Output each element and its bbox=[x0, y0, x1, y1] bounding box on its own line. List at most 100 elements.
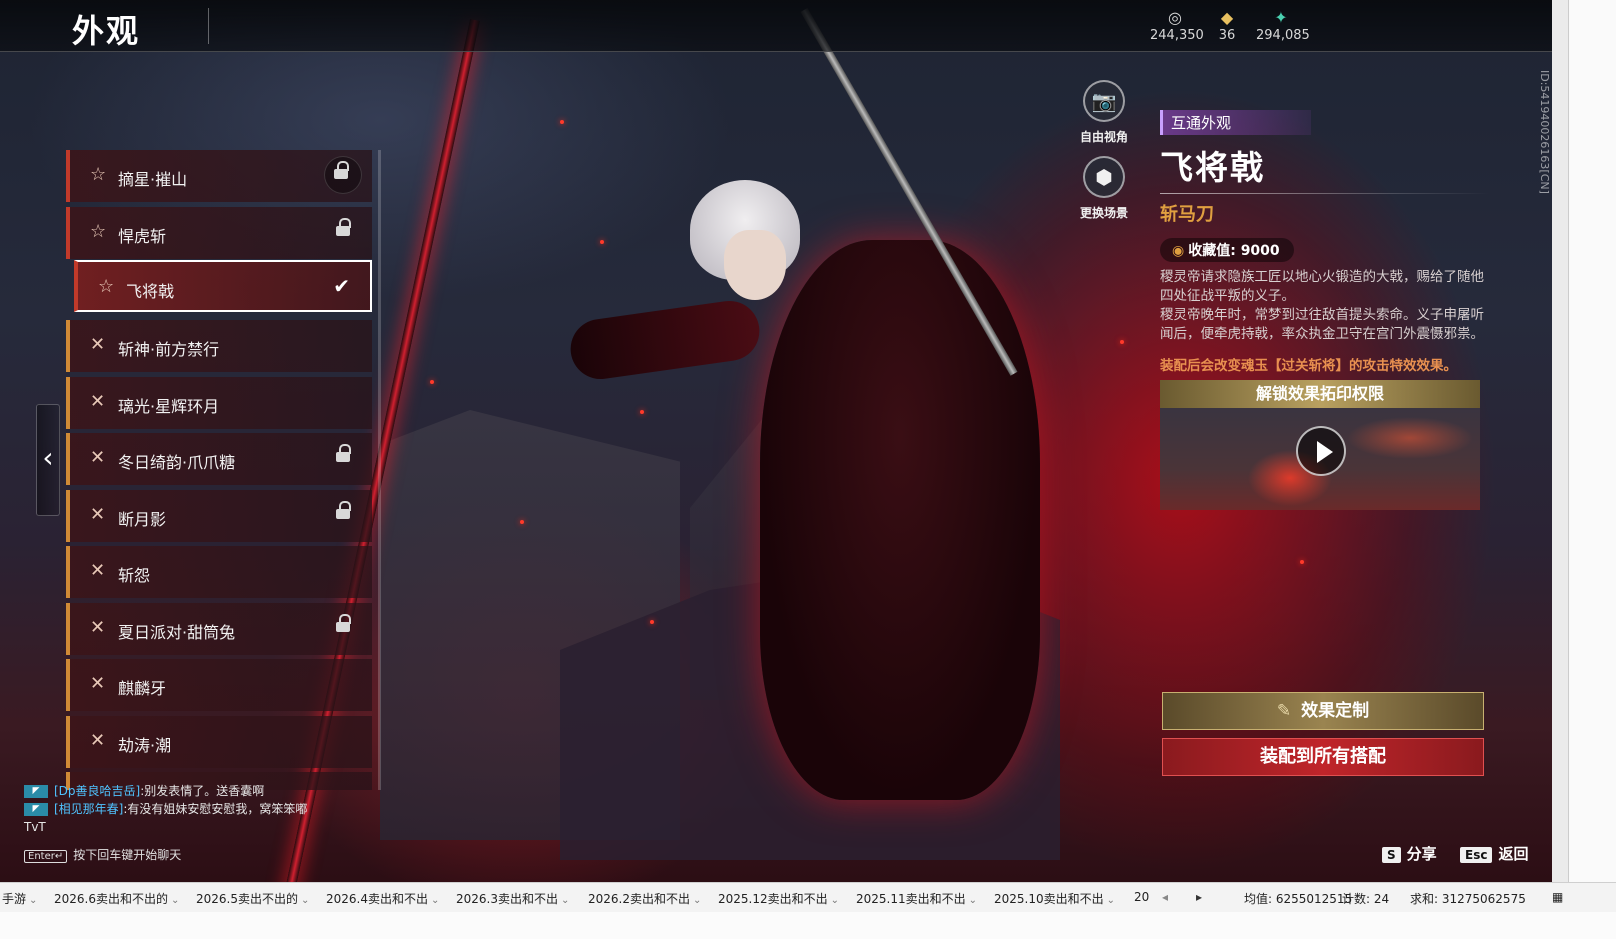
chat-sender[interactable]: [Dp善良哈吉岳] bbox=[54, 784, 140, 798]
tab-scroll-right-icon[interactable]: ▸ bbox=[1196, 890, 1202, 904]
free-view-button[interactable]: 📷 自由视角 bbox=[1064, 80, 1144, 145]
ember bbox=[650, 620, 654, 624]
list-item-label: 麒麟牙 bbox=[118, 679, 167, 698]
status-strip bbox=[0, 912, 1616, 939]
chevron-down-icon: ⌄ bbox=[1106, 895, 1116, 906]
character-face bbox=[724, 230, 786, 300]
list-item[interactable]: ☆ 摘星·摧山 bbox=[66, 150, 372, 202]
sheet-tab[interactable]: 2026.2卖出和不出 ⌄ bbox=[588, 890, 701, 907]
grid-view-icon[interactable]: ▦ bbox=[1552, 890, 1563, 904]
list-item[interactable]: ✕ 劫涛·潮 bbox=[66, 716, 372, 768]
chat-sender[interactable]: [相见那年春] bbox=[54, 802, 123, 816]
character-figure bbox=[566, 160, 1120, 860]
sheet-tab[interactable]: 手游 ⌄ bbox=[2, 890, 37, 907]
list-item[interactable]: ✕ 斩怨 bbox=[66, 546, 372, 598]
cross-swords-icon: ✕ bbox=[90, 617, 106, 638]
brush-icon: ✎ bbox=[1276, 701, 1292, 721]
sheet-tab[interactable]: 2026.4卖出和不出 ⌄ bbox=[326, 890, 439, 907]
back-button[interactable]: Esc 返回 bbox=[1460, 843, 1528, 864]
list-item[interactable]: ✕ 麒麟牙 bbox=[66, 659, 372, 711]
chevron-down-icon: ⌄ bbox=[29, 895, 38, 906]
unlock-effect-banner: 解锁效果拓印权限 bbox=[1160, 380, 1480, 408]
list-item-selected[interactable]: ☆ 飞将戟 ✔ bbox=[74, 260, 372, 312]
appearance-list[interactable]: ☆ 摘星·摧山 ☆ 悍虎斩 ☆ 飞将戟 ✔ ✕ 斩神·前方禁行 ✕ 璃光·星辉环… bbox=[66, 150, 382, 790]
page-title: 外观 bbox=[72, 12, 141, 50]
effect-customize-button[interactable]: ✎ 效果定制 bbox=[1162, 692, 1484, 730]
sheet-tab[interactable]: 2025.12卖出和不出 ⌄ bbox=[718, 890, 839, 907]
list-item[interactable]: ✕ 冬日绮韵·爪爪糖 bbox=[66, 433, 372, 485]
ember bbox=[640, 410, 644, 414]
list-item-label: 璃光·星辉环月 bbox=[118, 397, 220, 416]
game-window: 外观 ◎ 244,350 ◆ 36 ✦ 294,085 ‹ ☆ 摘星·摧山 ☆ … bbox=[0, 0, 1600, 905]
lock-icon bbox=[336, 501, 351, 520]
list-item[interactable]: ✕ 璃光·星辉环月 bbox=[66, 377, 372, 429]
star-icon: ☆ bbox=[98, 276, 115, 297]
list-item[interactable]: ☆ 悍虎斩 bbox=[66, 207, 372, 259]
sheet-tab[interactable]: 2025.11卖出和不出 ⌄ bbox=[856, 890, 977, 907]
list-item-label: 摘星·摧山 bbox=[118, 170, 188, 189]
chat-panel[interactable]: ◤ [Dp善良哈吉岳]:别发表情了。送香囊啊 ◤ [相见那年春]:有没有姐妹安慰安慰… bbox=[24, 782, 324, 836]
channel-tag: ◤ bbox=[24, 803, 48, 816]
list-item[interactable]: ✕ 断月影 bbox=[66, 490, 372, 542]
chevron-down-icon: ⌄ bbox=[693, 895, 702, 906]
share-button[interactable]: S 分享 bbox=[1382, 843, 1437, 864]
chevron-down-icon: ⌄ bbox=[171, 895, 180, 906]
status-count: 计数: 24 bbox=[1342, 892, 1390, 906]
cross-swords-icon: ✕ bbox=[90, 673, 106, 694]
status-average: 均值: 6255012515 bbox=[1244, 892, 1353, 906]
list-item[interactable]: ✕ 斩神·前方禁行 bbox=[66, 320, 372, 372]
currency-jade: ✦ 294,085 bbox=[1256, 8, 1310, 43]
top-bar: 外观 ◎ 244,350 ◆ 36 ✦ 294,085 bbox=[0, 0, 1600, 52]
list-item-label: 劫涛·潮 bbox=[118, 736, 172, 755]
ember bbox=[1300, 560, 1304, 564]
effect-note: 装配后会改变魂玉【过关斩将】的攻击特效效果。 bbox=[1160, 358, 1457, 374]
change-scene-label: 更换场景 bbox=[1079, 206, 1128, 220]
tab-scroll-left-icon[interactable]: ◂ bbox=[1162, 890, 1168, 904]
currency-silver-value: 244,350 bbox=[1150, 28, 1204, 43]
sheet-tab[interactable]: 2025.10卖出和不出 ⌄ bbox=[994, 890, 1115, 907]
title-separator bbox=[208, 8, 209, 44]
ember bbox=[430, 380, 434, 384]
list-scrollbar[interactable] bbox=[378, 150, 381, 790]
lock-icon bbox=[334, 161, 349, 180]
chat-text: :别发表情了。送香囊啊 bbox=[140, 784, 265, 798]
back-label: 返回 bbox=[1498, 845, 1529, 863]
list-item-label: 斩神·前方禁行 bbox=[118, 340, 220, 359]
collection-value: ◉ 收藏值: 9000 bbox=[1160, 238, 1294, 262]
currency-silver: ◎ 244,350 bbox=[1150, 8, 1204, 43]
sheet-tab[interactable]: 2026.6卖出和不出的 ⌄ bbox=[54, 890, 179, 907]
chat-input-hint[interactable]: Enter↵ 按下回车键开始聊天 bbox=[24, 846, 181, 863]
item-name: 飞将戟 bbox=[1160, 148, 1265, 187]
ember bbox=[600, 240, 604, 244]
collapse-panel-button[interactable]: ‹ bbox=[36, 404, 60, 516]
chevron-down-icon: ⌄ bbox=[431, 895, 440, 906]
item-type: 斩马刀 bbox=[1160, 204, 1214, 225]
chat-message: ◤ [相见那年春]:有没有姐妹安慰安慰我，窝笨笨嘟TvT bbox=[24, 800, 324, 836]
character-body bbox=[760, 240, 1040, 800]
background-window-edge bbox=[1552, 0, 1568, 905]
effect-preview-video[interactable] bbox=[1160, 408, 1480, 510]
currency-gold: ◆ 36 bbox=[1212, 8, 1242, 43]
chat-message: ◤ [Dp善良哈吉岳]:别发表情了。送香囊啊 bbox=[24, 782, 324, 800]
collection-icon: ◉ bbox=[1172, 243, 1185, 259]
ember bbox=[560, 120, 564, 124]
gold-ingot-icon: ◆ bbox=[1220, 8, 1234, 27]
list-item-label: 夏日派对·甜筒兔 bbox=[118, 623, 236, 642]
status-sum: 求和: 31275062575 bbox=[1410, 892, 1526, 906]
sheet-tab[interactable]: 20 bbox=[1134, 890, 1149, 904]
play-icon[interactable] bbox=[1296, 426, 1346, 476]
scene-cube-icon: ⬢ bbox=[1083, 156, 1125, 198]
cross-swords-icon: ✕ bbox=[90, 334, 106, 355]
list-item-label: 飞将戟 bbox=[126, 282, 175, 301]
sheet-tab[interactable]: 2026.3卖出和不出 ⌄ bbox=[456, 890, 569, 907]
chevron-down-icon: ⌄ bbox=[830, 895, 840, 906]
sheet-tab[interactable]: 2026.5卖出不出的 ⌄ bbox=[196, 890, 309, 907]
camera-icon: 📷 bbox=[1083, 80, 1125, 122]
change-scene-button[interactable]: ⬢ 更换场景 bbox=[1064, 156, 1144, 221]
spreadsheet-tab-bar: 手游 ⌄ 2026.6卖出和不出的 ⌄ 2026.5卖出不出的 ⌄ 2026.4卖出和… bbox=[0, 882, 1616, 912]
list-item-label: 悍虎斩 bbox=[118, 227, 167, 246]
list-item[interactable]: ✕ 夏日派对·甜筒兔 bbox=[66, 603, 372, 655]
effect-customize-label: 效果定制 bbox=[1301, 701, 1370, 721]
cross-swords-icon: ✕ bbox=[90, 504, 106, 525]
equip-all-button[interactable]: 装配到所有搭配 bbox=[1162, 738, 1484, 776]
